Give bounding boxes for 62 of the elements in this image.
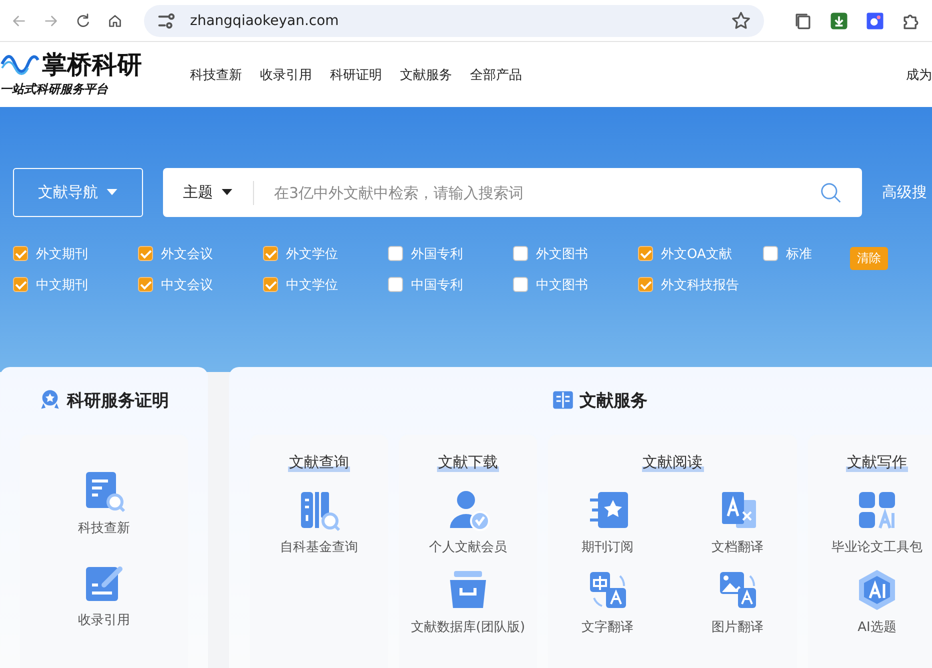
- checkbox[interactable]: [263, 277, 278, 292]
- checkbox-label: 外国专利: [411, 246, 463, 262]
- checkbox[interactable]: [638, 277, 653, 292]
- checkbox[interactable]: [388, 246, 403, 261]
- checkbox-label: 外文图书: [536, 246, 588, 262]
- checkbox-label: 外文科技报告: [661, 276, 739, 294]
- column-title: 文献阅读: [642, 453, 704, 472]
- checkbox-label: 标准: [786, 246, 812, 262]
- service-link[interactable]: AI选题: [858, 618, 896, 636]
- nav-link[interactable]: 科研证明: [330, 66, 382, 84]
- service-link[interactable]: 毕业论文工具包: [832, 538, 922, 556]
- award-icon: [39, 389, 61, 411]
- search-field[interactable]: 主题 在3亿中外文献中检索，请输入搜索词: [163, 168, 862, 217]
- service-link[interactable]: 文档翻译: [712, 538, 764, 556]
- nav-link[interactable]: 收录引用: [260, 66, 312, 84]
- checkbox-label: 外文期刊: [36, 246, 88, 262]
- search-icon[interactable]: [820, 182, 842, 204]
- caret-icon: [106, 189, 118, 196]
- address-bar[interactable]: zhangqiaokeyan.com: [144, 4, 764, 36]
- checkbox[interactable]: [513, 277, 528, 292]
- service-link[interactable]: 个人文献会员: [429, 538, 507, 556]
- checkbox-label: 外文会议: [161, 246, 213, 262]
- caret-icon: [221, 189, 233, 196]
- checkbox-label: 外文学位: [286, 246, 338, 262]
- scope-dropdown[interactable]: 主题: [183, 180, 254, 204]
- nav-link[interactable]: 文献服务: [400, 66, 452, 84]
- wave-logo-icon: [0, 53, 40, 75]
- checkbox[interactable]: [388, 277, 403, 292]
- checkbox-label: 中国专利: [411, 276, 463, 294]
- checkbox[interactable]: [138, 246, 153, 261]
- column-title: 文献查询: [288, 453, 350, 472]
- checkbox-label: 中文会议: [161, 276, 213, 294]
- checkbox[interactable]: [263, 246, 278, 261]
- logo-tagline: 一站式科研服务平台: [0, 80, 109, 98]
- service-link[interactable]: 科技查新: [78, 519, 130, 537]
- checkbox-label: 外文OA文献: [661, 246, 732, 262]
- service-link[interactable]: 期刊订阅: [582, 538, 634, 556]
- service-link[interactable]: 文献数据库(团队版): [410, 618, 526, 636]
- checkbox[interactable]: [513, 246, 528, 261]
- column-title: 文献下载: [437, 453, 499, 472]
- checkbox[interactable]: [13, 246, 28, 261]
- card-title: 文献服务: [580, 390, 648, 412]
- logo-text[interactable]: 掌桥科研: [42, 52, 142, 76]
- checkbox[interactable]: [13, 277, 28, 292]
- nav-link[interactable]: 科技查新: [190, 66, 242, 84]
- service-link[interactable]: 自科基金查询: [280, 538, 358, 556]
- service-link[interactable]: 图片翻译: [712, 618, 764, 636]
- column-title: 文献写作: [846, 453, 908, 472]
- checkbox[interactable]: [138, 277, 153, 292]
- service-link[interactable]: 收录引用: [78, 611, 130, 629]
- header-link[interactable]: 成为: [906, 66, 932, 84]
- book-icon: [552, 389, 574, 411]
- nav-link[interactable]: 全部产品: [470, 66, 522, 84]
- checkbox-label: 中文期刊: [36, 276, 88, 294]
- star-icon[interactable]: [730, 10, 752, 32]
- card-title: 科研服务证明: [67, 390, 169, 412]
- checkbox-label: 中文图书: [536, 276, 588, 294]
- service-link[interactable]: 文字翻译: [582, 618, 634, 636]
- url-text: zhangqiaokeyan.com: [190, 12, 340, 28]
- checkbox[interactable]: [638, 246, 653, 261]
- checkbox[interactable]: [763, 246, 778, 261]
- checkbox-label: 中文学位: [286, 276, 338, 294]
